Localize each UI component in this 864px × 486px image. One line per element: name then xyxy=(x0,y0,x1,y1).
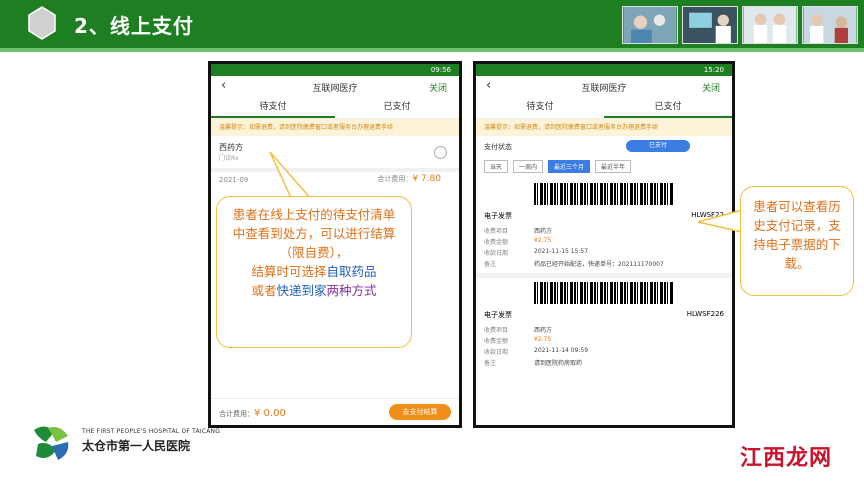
record-card[interactable]: 电子发票 HLWSF22 收费项目 西药方 收费金额 ¥2.75 收款日期 2021-… xyxy=(476,183,732,269)
callout-highlight-self-pickup: 自取药品 xyxy=(326,264,377,279)
filter-halfyear[interactable]: 最近半年 xyxy=(595,160,632,173)
bottom-bar: 合计费用：¥ 0.00 去支付结算 xyxy=(211,398,459,425)
total-label: 合计费用： xyxy=(377,175,413,183)
filter-week[interactable]: 一周内 xyxy=(513,160,544,173)
callout-text: 患者在线上支付的待支付清单中查看到处方，可以进行结算（限自费）， xyxy=(232,207,396,260)
nav-title: 互联网医疗 xyxy=(312,84,358,94)
callout-text: 或者 xyxy=(251,283,277,298)
callout-highlight-delivery: 快递到家 xyxy=(276,283,327,298)
callout-unpaid: 患者在线上支付的待支付清单中查看到处方，可以进行结算（限自费）， 结算时可选择自… xyxy=(216,196,412,348)
pay-button[interactable]: 去支付结算 xyxy=(389,404,451,420)
record-label: 电子发票 xyxy=(484,212,512,220)
record-label: 电子发票 xyxy=(484,311,512,319)
callout-highlight-two-ways: 两种方式 xyxy=(326,283,377,298)
watermark: 江西龙网 xyxy=(739,446,832,471)
header-photos xyxy=(622,6,858,44)
record-row: 收费项目 西药方 xyxy=(484,228,553,235)
record-header: 电子发票 HLWSF226 xyxy=(476,306,732,324)
record-header: 电子发票 HLWSF22 xyxy=(476,207,732,225)
app-bar: ‹ 互联网医疗 关闭 xyxy=(476,76,732,98)
record-card[interactable]: 电子发票 HLWSF226 收费项目 西药方 收费金额 ¥2.75 收款日期 2021… xyxy=(476,282,732,368)
barcode-icon xyxy=(534,282,674,304)
item-total-row: 2021-09 合计费用：¥ 7.80 xyxy=(211,172,459,188)
payment-tabs: 待支付 已支付 xyxy=(211,98,459,119)
nav-title: 互联网医疗 xyxy=(581,84,627,94)
notice-banner: 温馨提示：如需退费，请到医院缴费窗口或者服务台办理退费手续 xyxy=(476,119,732,136)
record-row: 备注 药品已经开始配送，快递单号：202111170007 xyxy=(484,261,664,268)
payment-status-row: 支付状态 已支付 xyxy=(476,136,732,158)
phone-paid: 15:20 ‹ 互联网医疗 关闭 待支付 已支付 温馨提示：如需退费，请到医院缴… xyxy=(473,61,735,428)
date-filters: 当天 一周内 最近三个月 最近半年 xyxy=(476,158,732,179)
footer-amount: ¥ 0.00 xyxy=(254,408,286,419)
record-row: 收费项目 西药方 xyxy=(484,327,553,334)
filter-today[interactable]: 当天 xyxy=(484,160,509,173)
status-label: 支付状态 xyxy=(484,143,512,151)
photo-surgery xyxy=(622,6,678,44)
logo-chinese-name: 太仓市第一人民医院 xyxy=(82,439,191,453)
tab-paid[interactable]: 已支付 xyxy=(604,98,732,118)
app-bar: ‹ 互联网医疗 关闭 xyxy=(211,76,459,98)
tab-paid[interactable]: 已支付 xyxy=(335,98,459,118)
divider xyxy=(476,273,732,278)
record-row: 收费金额 ¥2.75 xyxy=(484,336,552,345)
hexagon-icon xyxy=(28,6,56,40)
record-row: 收款日期 2021-11-15 15:57 xyxy=(484,248,589,257)
close-button[interactable]: 关闭 xyxy=(429,81,447,94)
select-radio[interactable] xyxy=(434,146,447,159)
status-bar: 09:56 xyxy=(211,64,459,76)
barcode-icon xyxy=(534,183,674,205)
photo-nurses xyxy=(742,6,798,44)
callout-pointer-right xyxy=(697,209,743,233)
notice-banner: 温馨提示：如需退费，请到医院缴费窗口或者服务台办理退费手续 xyxy=(211,119,459,136)
record-row: 收款日期 2021-11-14 09:59 xyxy=(484,347,589,356)
filter-3months[interactable]: 最近三个月 xyxy=(548,160,591,173)
record-row: 收费金额 ¥2.75 xyxy=(484,237,552,246)
slide-title: 2、线上支付 xyxy=(74,14,194,38)
footer-label: 合计费用： xyxy=(219,410,254,418)
payment-tabs: 待支付 已支付 xyxy=(476,98,732,119)
prescription-item[interactable]: 西药方 门诊Rx xyxy=(211,136,459,172)
tab-unpaid[interactable]: 待支付 xyxy=(211,98,335,118)
close-button[interactable]: 关闭 xyxy=(702,81,720,94)
record-code: HLWSF226 xyxy=(686,310,724,318)
hospital-logo-icon xyxy=(34,426,69,460)
callout-paid: 患者可以查看历史支付记录，支持电子票据的下载。 xyxy=(740,186,854,296)
tab-unpaid[interactable]: 待支付 xyxy=(476,98,604,118)
status-dropdown[interactable]: 已支付 xyxy=(626,140,690,152)
item-date: 2021-09 xyxy=(219,176,249,184)
logo-english-name: THE FIRST PEOPLE'S HOSPITAL OF TAICANG xyxy=(82,428,221,435)
photo-consultation xyxy=(802,6,858,44)
photo-doctor-screen xyxy=(682,6,738,44)
slide-header: 2、线上支付 xyxy=(0,0,864,48)
record-row: 备注 请到医院药房取药 xyxy=(484,360,583,367)
status-bar: 15:20 xyxy=(476,64,732,76)
header-accent-line xyxy=(0,48,864,52)
callout-text: 结算时可选择 xyxy=(251,264,327,279)
total-amount: ¥ 7.80 xyxy=(412,174,441,184)
